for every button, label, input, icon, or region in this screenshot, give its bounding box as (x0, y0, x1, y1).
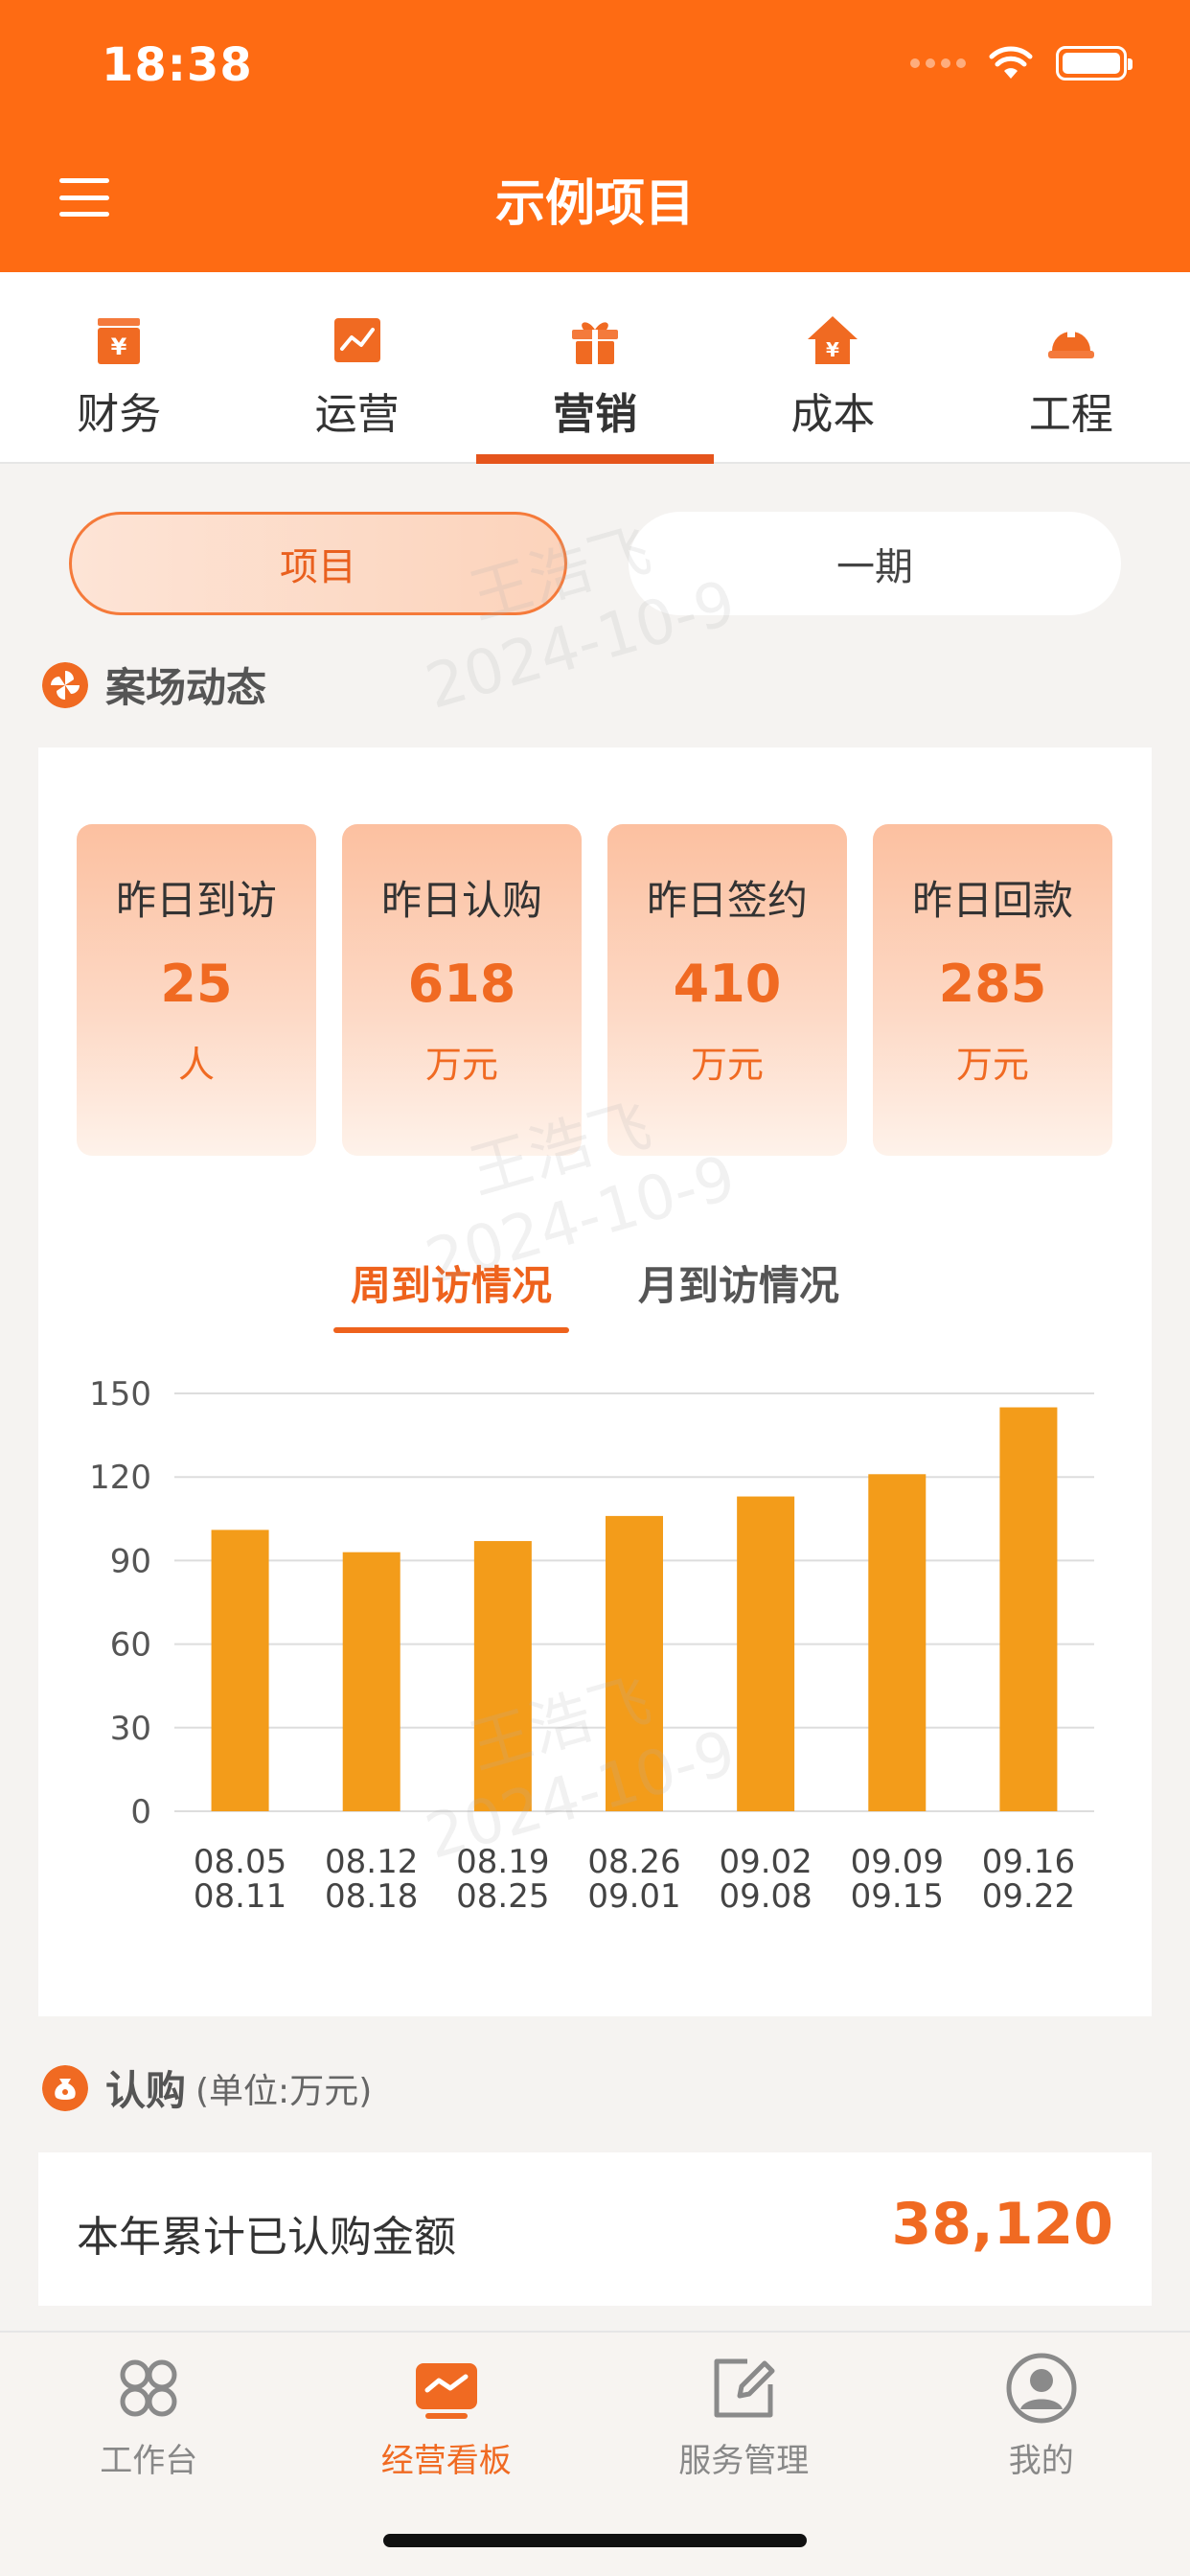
tab-engineering[interactable]: 工程 (952, 272, 1190, 462)
stat-label: 昨日回款 (911, 877, 1073, 924)
tab-weekly-visits[interactable]: 周到访情况 (332, 1254, 570, 1333)
cost-house-icon: ¥ (808, 316, 858, 364)
workbench-icon (120, 2359, 177, 2417)
section-header-sales: 案场动态 (42, 656, 266, 714)
app-header: 18:38 示例项目 (0, 0, 1190, 272)
segment-project[interactable]: 项目 (69, 512, 567, 615)
sales-card: 昨日到访 25 人 昨日认购 618 万元 昨日签约 410 万元 昨日回款 2… (38, 748, 1152, 2016)
section-unit: (单位:万元) (195, 2071, 373, 2111)
page-title: 示例项目 (494, 175, 695, 233)
stat-card-contracts[interactable]: 昨日签约 410 万元 (607, 824, 847, 1156)
stat-card-payments[interactable]: 昨日回款 285 万元 (873, 824, 1112, 1156)
stat-label: 昨日认购 (380, 877, 542, 924)
tab-cost[interactable]: ¥ 成本 (714, 272, 951, 462)
y-tick-label: 30 (110, 1710, 151, 1748)
engineering-helmet-icon (1047, 324, 1094, 358)
tab-label: 运营 (314, 390, 400, 439)
x-tick-label: 08.25 (456, 1877, 549, 1916)
nav-profile[interactable]: 我的 (893, 2333, 1190, 2576)
x-tick-label: 09.01 (587, 1877, 680, 1916)
status-time: 18:38 (102, 38, 253, 92)
y-tick-label: 120 (89, 1459, 151, 1497)
x-tick-label: 08.18 (325, 1877, 418, 1916)
tab-marketing[interactable]: 营销 (475, 272, 715, 464)
edit-icon (714, 2358, 775, 2418)
x-tick-label: 09.15 (851, 1877, 944, 1916)
svg-text:¥: ¥ (826, 338, 839, 361)
stat-label: 昨日到访 (115, 877, 277, 924)
x-tick-label: 09.22 (982, 1877, 1075, 1916)
x-tick-label: 09.09 (851, 1843, 944, 1881)
active-tab-indicator (475, 454, 715, 464)
category-tabs: ¥ 财务 运营 营销 ¥ 成本 工程 (0, 272, 1190, 464)
y-tick-label: 90 (110, 1542, 151, 1580)
nav-label: 工作台 (100, 2442, 198, 2480)
y-tick-label: 150 (89, 1380, 151, 1414)
nav-label: 服务管理 (678, 2442, 810, 2480)
x-tick-label: 08.12 (325, 1843, 418, 1881)
x-tick-label: 09.02 (719, 1843, 812, 1881)
dashboard-icon (415, 2363, 477, 2419)
x-tick-label: 08.05 (194, 1843, 286, 1881)
tab-finance[interactable]: ¥ 财务 (0, 272, 238, 462)
segment-phase-one[interactable]: 一期 (629, 512, 1121, 615)
x-tick-label: 08.11 (194, 1877, 286, 1916)
y-tick-label: 60 (110, 1626, 151, 1665)
bar (473, 1541, 532, 1811)
tab-label: 营销 (553, 390, 638, 439)
stat-value: 410 (673, 954, 782, 1014)
bar (868, 1474, 927, 1811)
section-header-subscription: 认购 (单位:万元) (42, 2058, 372, 2117)
subscription-total-value: 38,120 (891, 2191, 1113, 2258)
stat-value: 285 (938, 954, 1047, 1014)
cellular-signal-icon (910, 58, 966, 68)
bar (737, 1496, 795, 1811)
stat-unit: 万元 (424, 1044, 498, 1086)
finance-icon: ¥ (98, 318, 141, 364)
stat-value: 25 (160, 954, 233, 1014)
nav-label: 经营看板 (380, 2442, 512, 2480)
chart-tabs: 周到访情况 月到访情况 (38, 1254, 1152, 1333)
bar (342, 1552, 400, 1811)
battery-icon (1056, 46, 1133, 80)
stat-unit: 万元 (690, 1044, 764, 1086)
status-indicators (910, 42, 1133, 84)
section-title: 认购 (105, 2067, 187, 2114)
operations-icon (333, 318, 380, 362)
svg-text:¥: ¥ (111, 334, 127, 360)
bar (999, 1407, 1058, 1811)
pinwheel-icon (42, 661, 88, 708)
tab-label: 财务 (77, 390, 162, 439)
money-bag-icon (42, 2064, 88, 2111)
x-tick-label: 09.08 (719, 1877, 812, 1916)
tab-operations[interactable]: 运营 (238, 272, 475, 462)
y-tick-label: 0 (130, 1793, 151, 1831)
nav-workbench[interactable]: 工作台 (0, 2333, 298, 2576)
subscription-total-row[interactable]: 本年累计已认购金额 38,120 (38, 2152, 1152, 2306)
stat-unit: 人 (177, 1044, 215, 1086)
home-indicator (383, 2534, 807, 2547)
stat-label: 昨日签约 (646, 877, 808, 924)
bar (211, 1530, 269, 1811)
subscription-total-label: 本年累计已认购金额 (77, 2213, 456, 2262)
profile-icon (1006, 2353, 1077, 2424)
weekly-visits-chart: 030609012015008.0508.1108.1208.1808.1908… (89, 1380, 1094, 1916)
section-title: 案场动态 (105, 664, 267, 711)
x-tick-label: 08.26 (587, 1843, 680, 1881)
x-tick-label: 08.19 (456, 1843, 549, 1881)
wifi-icon (989, 46, 1033, 79)
bar (606, 1515, 663, 1811)
stat-card-visits[interactable]: 昨日到访 25 人 (77, 824, 316, 1156)
stat-value: 618 (407, 954, 516, 1014)
x-tick-label: 09.16 (982, 1843, 1075, 1881)
tab-label: 成本 (790, 390, 876, 439)
stat-unit: 万元 (955, 1044, 1029, 1086)
marketing-gift-icon (572, 322, 619, 364)
stat-card-subscriptions[interactable]: 昨日认购 618 万元 (342, 824, 582, 1156)
nav-label: 我的 (1008, 2442, 1074, 2480)
tab-label: 工程 (1028, 390, 1113, 439)
tab-monthly-visits[interactable]: 月到访情况 (638, 1254, 839, 1333)
